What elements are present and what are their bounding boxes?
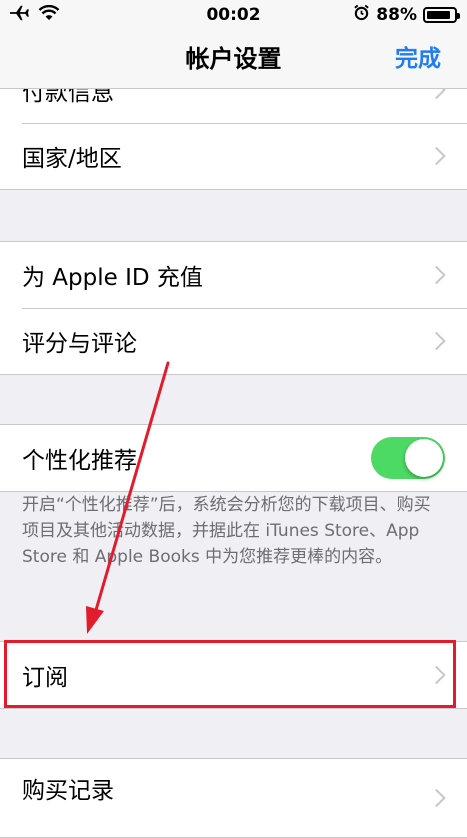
- row-add-funds[interactable]: 为 Apple ID 充值: [0, 242, 467, 308]
- row-personalized-recommendations: 个性化推荐: [0, 425, 467, 491]
- chevron-right-icon: [427, 331, 446, 351]
- wifi-icon: [38, 4, 60, 26]
- battery-icon: [423, 7, 460, 23]
- row-label: 为 Apple ID 充值: [22, 265, 203, 291]
- settings-group-purchases: 购买记录: [0, 758, 467, 838]
- chevron-right-icon: [427, 665, 446, 685]
- row-label: 个性化推荐: [22, 448, 137, 474]
- alarm-clock-icon: [353, 4, 370, 26]
- personalized-note: 开启“个性化推荐”后，系统会分析您的下载项目、购买项目及其他活动数据，并据此在 …: [22, 495, 431, 567]
- row-label: 购买记录: [22, 778, 114, 804]
- chevron-right-icon: [427, 265, 446, 285]
- row-subscriptions[interactable]: 订阅: [0, 642, 467, 708]
- settings-group-appleid: 为 Apple ID 充值 评分与评论: [0, 241, 467, 375]
- row-purchase-history[interactable]: 购买记录: [0, 759, 467, 837]
- done-button[interactable]: 完成: [395, 30, 441, 88]
- toggle-knob: [405, 439, 443, 477]
- chevron-right-icon: [427, 146, 446, 166]
- row-country-region[interactable]: 国家/地区: [0, 123, 467, 189]
- row-ratings-reviews[interactable]: 评分与评论: [0, 308, 467, 374]
- chevron-right-icon: [427, 788, 446, 808]
- personalized-recommendations-toggle[interactable]: [371, 437, 445, 479]
- row-label: 国家/地区: [22, 146, 122, 172]
- nav-bar: 帐户设置 完成: [0, 30, 467, 89]
- battery-percent: 88%: [376, 5, 417, 25]
- status-bar: 00:02 88%: [0, 0, 467, 30]
- airplane-icon: [8, 4, 30, 27]
- row-label: 评分与评论: [22, 331, 137, 357]
- settings-group-personalized: 个性化推荐: [0, 424, 467, 492]
- settings-group-subscriptions: 订阅: [0, 641, 467, 709]
- row-label: 订阅: [22, 665, 68, 691]
